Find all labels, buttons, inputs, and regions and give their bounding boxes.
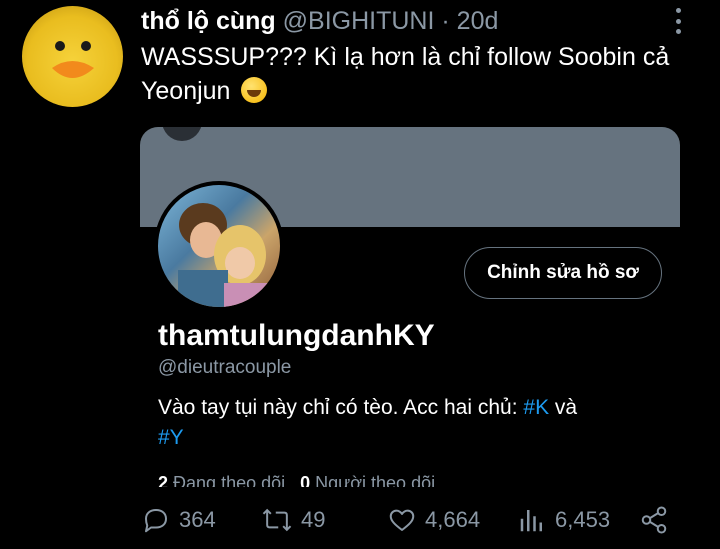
retweet-count: 49: [301, 507, 326, 532]
tweet-actions-bar: 364 49 4,664 6,453: [141, 500, 681, 540]
retweet-icon: [262, 508, 292, 532]
more-options-icon[interactable]: [668, 8, 688, 34]
tweet-text: WASSSUP??? Kì lạ hơn là chỉ follow Soobi…: [141, 40, 701, 108]
following-label: Đang theo dõi: [173, 473, 286, 487]
couple-avatar-image: [178, 203, 268, 307]
author-name[interactable]: thổ lộ cùng: [141, 7, 276, 35]
share-button[interactable]: [639, 500, 677, 540]
reply-count: 364: [179, 507, 216, 532]
bio-hashtag-k: #K: [523, 396, 550, 419]
tweet-author-avatar[interactable]: [22, 6, 123, 107]
heart-icon: [389, 509, 415, 531]
views-bar-chart-icon: [520, 510, 542, 532]
retweet-button[interactable]: 49: [261, 500, 325, 540]
edit-profile-button: Chỉnh sửa hồ sơ: [464, 247, 662, 299]
profile-avatar: [154, 181, 284, 311]
tweet-text-body: WASSSUP??? Kì lạ hơn là chỉ follow Soobi…: [141, 43, 670, 105]
bio-text: Vào tay tụi này chỉ có tèo. Acc hai chủ:: [158, 396, 518, 419]
share-icon: [641, 506, 667, 534]
duck-avatar-image: [52, 41, 94, 78]
profile-username: @dieutracouple: [158, 357, 292, 378]
reply-icon: [145, 509, 167, 533]
bio-hashtag-y: #Y: [158, 426, 184, 449]
followers-count: 0: [300, 473, 311, 487]
following-count: 2: [158, 473, 169, 487]
views-button[interactable]: 6,453: [517, 500, 610, 540]
separator-dot: ·: [441, 7, 450, 35]
grinning-sweat-emoji-icon: [241, 77, 268, 103]
reply-button[interactable]: 364: [141, 500, 216, 540]
followers-label: Người theo dõi: [315, 473, 436, 487]
profile-display-name: thamtulungdanhKY: [158, 319, 435, 352]
tweet-timestamp[interactable]: 20d: [457, 7, 499, 35]
author-handle[interactable]: @BIGHITUNI: [283, 7, 435, 35]
profile-card-screenshot: Chỉnh sửa hồ sơ thamtulungdanhKY @dieutr…: [140, 127, 680, 487]
like-count: 4,664: [425, 507, 481, 532]
bio-conjunction: và: [554, 396, 578, 419]
tweet-header: thổ lộ cùng @BIGHITUNI · 20d: [141, 6, 660, 36]
view-count: 6,453: [555, 507, 611, 532]
profile-bio: Vào tay tụi này chỉ có tèo. Acc hai chủ:…: [158, 393, 658, 453]
follow-stats: 2 Đang theo dõi 0 Người theo dõi: [158, 473, 435, 487]
like-button[interactable]: 4,664: [387, 500, 480, 540]
